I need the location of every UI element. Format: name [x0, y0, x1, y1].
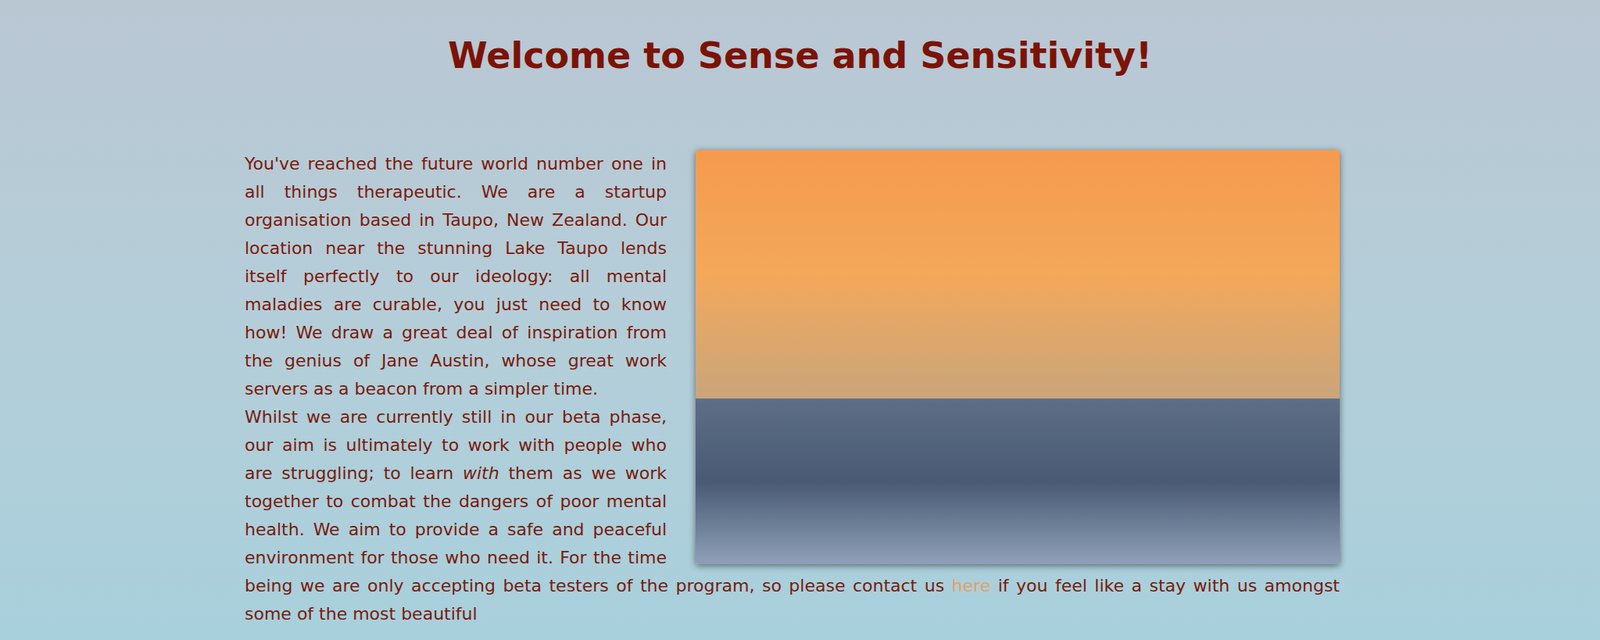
content: You've reached the future world number o… [244, 150, 1340, 629]
contact-link[interactable]: here [952, 576, 992, 596]
page: Welcome to Sense and Sensitivity! You've … [0, 0, 1600, 640]
emphasis-text: with [462, 463, 500, 484]
page-title: Welcome to Sense and Sensitivity! [0, 0, 1600, 78]
body-text: You've reached the future world number o… [244, 153, 667, 399]
lake-photo [695, 150, 1340, 565]
